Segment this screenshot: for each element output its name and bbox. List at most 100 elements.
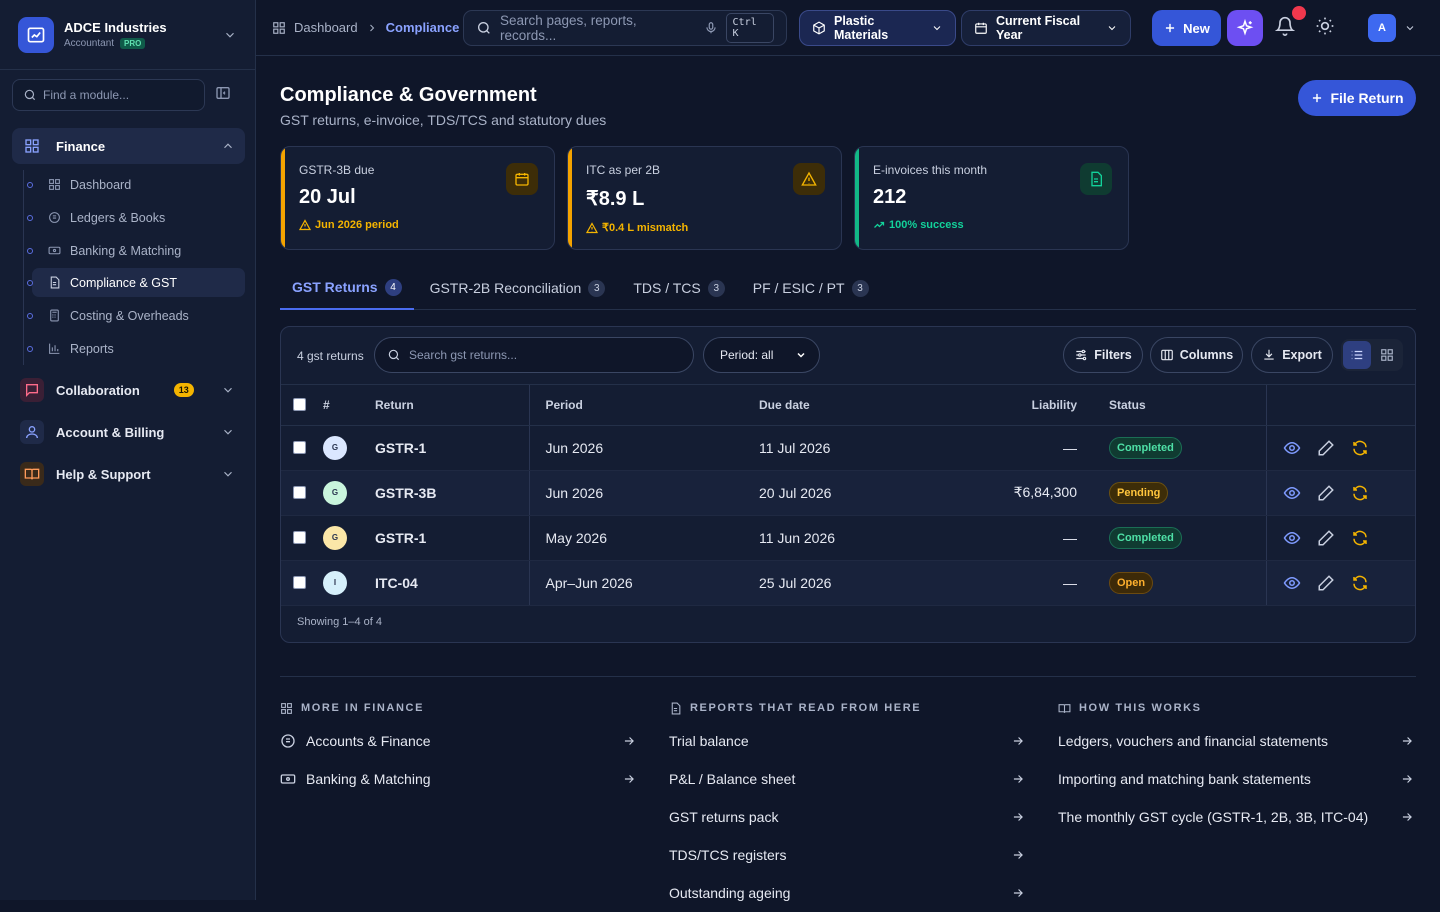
row-avatar: G bbox=[323, 480, 347, 505]
tab-tds-tcs[interactable]: TDS / TCS 3 bbox=[621, 266, 736, 310]
link-item[interactable]: P&L / Balance sheet bbox=[669, 760, 1025, 798]
column-header-liability[interactable]: Liability bbox=[943, 385, 1093, 426]
kpi-title: E-invoices this month bbox=[873, 163, 988, 177]
sidebar-group-account-billing[interactable]: Account & Billing bbox=[12, 414, 245, 450]
tab-label: GST Returns bbox=[292, 279, 378, 295]
select-all-checkbox[interactable] bbox=[293, 398, 306, 412]
tab-bar: GST Returns 4 GSTR-2B Reconciliation 3 TDS… bbox=[280, 266, 1416, 310]
sidebar-item-banking[interactable]: Banking & Matching bbox=[27, 236, 245, 265]
sidebar-group-label: Collaboration bbox=[56, 382, 140, 398]
link-item[interactable]: GST returns pack bbox=[669, 798, 1025, 836]
sidebar: ADCE Industries Accountant PRO Find a mod… bbox=[0, 0, 256, 900]
status-badge: Open bbox=[1109, 571, 1154, 594]
columns-icon bbox=[1160, 348, 1174, 362]
file-return-button[interactable]: File Return bbox=[1298, 80, 1416, 116]
bell-icon[interactable] bbox=[1275, 16, 1295, 36]
refresh-icon[interactable] bbox=[1351, 439, 1369, 457]
refresh-icon[interactable] bbox=[1351, 574, 1369, 592]
sidebar-item-compliance[interactable]: Compliance & GST bbox=[27, 268, 245, 297]
list-view-icon[interactable] bbox=[1343, 341, 1371, 369]
edit-pencil-icon[interactable] bbox=[1317, 574, 1335, 592]
link-item[interactable]: Trial balance bbox=[669, 722, 1025, 760]
view-eye-icon[interactable] bbox=[1283, 439, 1301, 457]
coin-icon bbox=[280, 733, 296, 749]
book-icon bbox=[1058, 702, 1071, 715]
refresh-icon[interactable] bbox=[1351, 529, 1369, 547]
sidebar-group-collaboration[interactable]: Collaboration 13 bbox=[12, 372, 245, 408]
org-switcher[interactable]: ADCE Industries Accountant PRO bbox=[0, 0, 255, 70]
arrow-right-icon bbox=[1400, 734, 1414, 748]
row-checkbox[interactable] bbox=[293, 531, 306, 544]
link-label: P&L / Balance sheet bbox=[669, 771, 796, 787]
column-header-due-date[interactable]: Due date bbox=[743, 385, 943, 426]
sun-icon[interactable] bbox=[1315, 16, 1335, 36]
link-item[interactable]: Ledgers, vouchers and financial statemen… bbox=[1058, 722, 1414, 760]
sidebar-item-reports[interactable]: Reports bbox=[27, 334, 245, 363]
chevron-down-icon[interactable] bbox=[1404, 22, 1416, 34]
edit-pencil-icon[interactable] bbox=[1317, 529, 1335, 547]
edit-pencil-icon[interactable] bbox=[1317, 439, 1335, 457]
sidebar-item-ledgers[interactable]: Ledgers & Books bbox=[27, 203, 245, 232]
company-selector[interactable]: Plastic Materials bbox=[799, 10, 956, 46]
gst-returns-card: 4 gst returns Search gst returns... Peri… bbox=[280, 326, 1416, 643]
column-header-status[interactable]: Status bbox=[1093, 385, 1266, 426]
row-checkbox[interactable] bbox=[293, 486, 306, 499]
table-search-input[interactable]: Search gst returns... bbox=[374, 337, 694, 373]
edit-pencil-icon[interactable] bbox=[1317, 484, 1335, 502]
tab-gst-returns[interactable]: GST Returns 4 bbox=[280, 266, 414, 310]
arrow-right-icon bbox=[1011, 734, 1025, 748]
row-checkbox[interactable] bbox=[293, 576, 306, 589]
row-checkbox[interactable] bbox=[293, 441, 306, 454]
new-button[interactable]: New bbox=[1152, 10, 1221, 46]
status-badge: Completed bbox=[1109, 436, 1182, 459]
tab-gstr2b[interactable]: GSTR-2B Reconciliation 3 bbox=[418, 266, 618, 310]
arrow-right-icon bbox=[1400, 810, 1414, 824]
grid-view-icon[interactable] bbox=[1373, 341, 1401, 369]
view-eye-icon[interactable] bbox=[1283, 529, 1301, 547]
table-row[interactable]: G GSTR-3B Jun 2026 20 Jul 2026 ₹6,84,300 Pend… bbox=[281, 470, 1415, 516]
link-banking-matching[interactable]: Banking & Matching bbox=[280, 760, 636, 798]
org-logo-icon bbox=[18, 16, 54, 53]
sidebar-collapse-icon[interactable] bbox=[215, 85, 231, 101]
column-header-return[interactable]: Return bbox=[375, 385, 529, 426]
filters-button[interactable]: Filters bbox=[1063, 337, 1143, 373]
microphone-icon[interactable] bbox=[704, 21, 718, 35]
table-toolbar: 4 gst returns Search gst returns... Peri… bbox=[281, 327, 1415, 385]
link-label: Accounts & Finance bbox=[306, 733, 431, 749]
tab-pf-esic-pt[interactable]: PF / ESIC / PT 3 bbox=[741, 266, 881, 310]
view-eye-icon[interactable] bbox=[1283, 574, 1301, 592]
bank-card-icon bbox=[280, 771, 296, 787]
sidebar-group-help[interactable]: Help & Support bbox=[12, 456, 245, 492]
sidebar-group-label: Finance bbox=[56, 138, 106, 154]
period-filter-select[interactable]: Period: all bbox=[703, 337, 820, 373]
export-button[interactable]: Export bbox=[1251, 337, 1333, 373]
link-item[interactable]: TDS/TCS registers bbox=[669, 836, 1025, 874]
link-item[interactable]: Importing and matching bank statements bbox=[1058, 760, 1414, 798]
breadcrumb-dashboard[interactable]: Dashboard bbox=[294, 20, 358, 35]
sidebar-group-finance[interactable]: Finance bbox=[12, 128, 245, 164]
column-header-period[interactable]: Period bbox=[528, 385, 743, 426]
sub-nav-line bbox=[23, 170, 24, 365]
link-item[interactable]: Outstanding ageing bbox=[669, 874, 1025, 912]
link-accounts-finance[interactable]: Accounts & Finance bbox=[280, 722, 636, 760]
global-search-input[interactable]: Search pages, reports, records... Ctrl K bbox=[463, 10, 787, 46]
module-search-placeholder: Find a module... bbox=[43, 88, 130, 102]
avatar[interactable]: A bbox=[1368, 14, 1396, 42]
ai-assistant-button[interactable] bbox=[1227, 10, 1263, 46]
tab-count: 3 bbox=[707, 279, 725, 297]
kpi-note: ₹0.4 L mismatch bbox=[602, 222, 689, 234]
table-row[interactable]: G GSTR-1 Jun 2026 11 Jul 2026— Completed bbox=[281, 425, 1415, 471]
table-row[interactable]: I ITC-04 Apr–Jun 2026 25 Jul 2026— Open bbox=[281, 560, 1415, 606]
module-search-input[interactable]: Find a module... bbox=[12, 79, 205, 111]
period-name: Current Fiscal Year bbox=[996, 14, 1081, 42]
cell-period: Jun 2026 bbox=[528, 425, 743, 471]
view-eye-icon[interactable] bbox=[1283, 484, 1301, 502]
columns-button[interactable]: Columns bbox=[1150, 337, 1243, 373]
sidebar-item-costing[interactable]: Costing & Overheads bbox=[27, 301, 245, 330]
table-row[interactable]: G GSTR-1 May 2026 11 Jun 2026— Completed bbox=[281, 515, 1415, 561]
column-header-number: # bbox=[323, 385, 375, 426]
sidebar-item-dashboard[interactable]: Dashboard bbox=[27, 170, 245, 199]
link-item[interactable]: The monthly GST cycle (GSTR-1, 2B, 3B, I… bbox=[1058, 798, 1414, 836]
period-selector[interactable]: Current Fiscal Year bbox=[961, 10, 1131, 46]
refresh-icon[interactable] bbox=[1351, 484, 1369, 502]
